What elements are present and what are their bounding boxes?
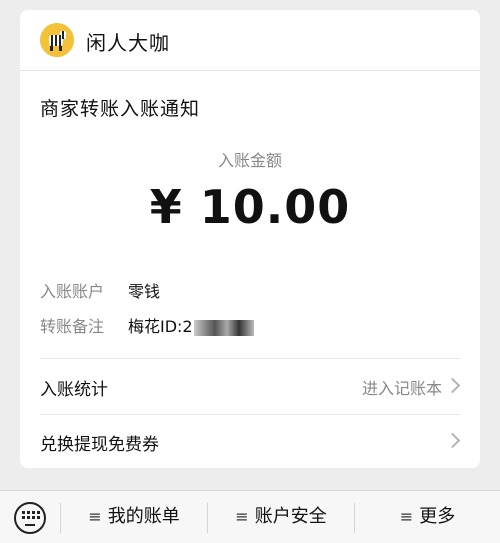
remark-label: 转账备注 <box>40 317 105 336</box>
zebra-avatar-icon[interactable] <box>40 23 74 57</box>
menu-my-bill[interactable]: ≡ 我的账单 <box>61 491 207 543</box>
keyboard-icon[interactable] <box>14 502 46 534</box>
bottom-menu-bar: ≡ 我的账单 ≡ 账户安全 ≡ 更多 <box>0 490 500 543</box>
remark-value-wrap: 梅花ID:2 <box>128 313 254 337</box>
menu-icon: ≡ <box>399 507 414 526</box>
notice-title: 商家转账入账通知 <box>40 98 201 120</box>
menu-label: 账户安全 <box>254 506 327 527</box>
chevron-right-icon <box>444 432 461 449</box>
menu-label: 更多 <box>419 506 456 527</box>
remark-value: 梅花ID:2 <box>128 317 193 336</box>
message-card: 闲人大咖 商家转账入账通知 入账金额 ¥ 10.00 入账账户 零钱 转账备注 … <box>20 10 480 468</box>
coupon-row[interactable]: 兑换提现免费券 <box>20 415 480 469</box>
stats-label: 入账统计 <box>40 380 108 400</box>
account-value: 零钱 <box>128 282 161 301</box>
amount-label: 入账金额 <box>217 151 282 170</box>
menu-more[interactable]: ≡ 更多 <box>355 491 500 543</box>
redacted-block <box>193 319 254 336</box>
ledger-link[interactable]: 进入记账本 <box>362 375 442 399</box>
card-header[interactable]: 闲人大咖 <box>20 10 480 71</box>
stats-row[interactable]: 入账统计 进入记账本 <box>20 360 480 414</box>
account-label: 入账账户 <box>40 282 105 301</box>
menu-label: 我的账单 <box>107 506 180 527</box>
coupon-label: 兑换提现免费券 <box>40 435 159 455</box>
app-name[interactable]: 闲人大咖 <box>86 27 170 56</box>
divider <box>40 358 460 359</box>
menu-icon: ≡ <box>88 507 102 526</box>
chevron-right-icon <box>444 377 461 394</box>
menu-account-security[interactable]: ≡ 账户安全 <box>208 491 354 543</box>
menu-icon: ≡ <box>235 507 249 526</box>
amount-value: ¥ 10.00 <box>149 180 351 234</box>
